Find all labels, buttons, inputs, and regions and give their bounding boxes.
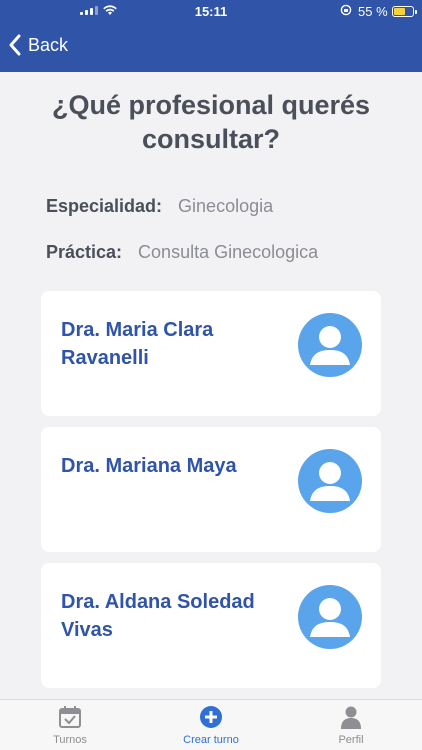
status-bar: 15:11 55 % xyxy=(0,0,422,22)
battery-icon xyxy=(392,6,417,17)
doctor-name: Dra. Aldana Soledad Vivas xyxy=(61,591,255,641)
tab-label: Turnos xyxy=(53,734,87,746)
calendar-check-icon xyxy=(59,706,81,728)
specialty-label: Especialidad: xyxy=(46,196,163,216)
chevron-left-icon xyxy=(9,34,21,56)
practice-label: Práctica: xyxy=(46,242,123,262)
person-icon xyxy=(341,706,361,729)
back-button[interactable]: Back xyxy=(8,34,68,56)
doctor-card[interactable]: Dra. Aldana Soledad Vivas xyxy=(41,563,381,688)
tab-perfil[interactable]: Perfil xyxy=(301,704,401,746)
tab-label: Crear turno xyxy=(183,734,239,746)
battery-percentage: 55 % xyxy=(358,4,388,19)
doctor-avatar-icon xyxy=(298,313,362,377)
doctor-avatar-icon xyxy=(298,449,362,513)
tab-bar: Turnos Crear turno Perfil xyxy=(0,699,422,750)
specialty-value: Ginecologia xyxy=(178,196,274,216)
doctor-card[interactable]: Dra. Mariana Maya xyxy=(41,427,381,552)
practice-row: Práctica: Consulta Ginecologica xyxy=(46,242,318,263)
tab-label: Perfil xyxy=(338,734,364,746)
back-label: Back xyxy=(28,34,69,55)
rotation-lock-icon xyxy=(340,4,352,16)
plus-circle-icon xyxy=(200,706,222,728)
doctor-avatar-icon xyxy=(298,585,362,649)
doctor-name: Dra. Mariana Maya xyxy=(61,455,237,477)
tab-turnos[interactable]: Turnos xyxy=(20,704,120,746)
doctor-name: Dra. Maria Clara Ravanelli xyxy=(61,319,214,369)
specialty-row: Especialidad: Ginecologia xyxy=(46,196,273,217)
navigation-bar: Back xyxy=(0,22,422,72)
page-title: ¿Qué profesional querés consultar? xyxy=(51,90,371,154)
practice-value: Consulta Ginecologica xyxy=(138,242,319,262)
tab-crear-turno[interactable]: Crear turno xyxy=(161,704,261,746)
doctor-card[interactable]: Dra. Maria Clara Ravanelli xyxy=(41,291,381,416)
